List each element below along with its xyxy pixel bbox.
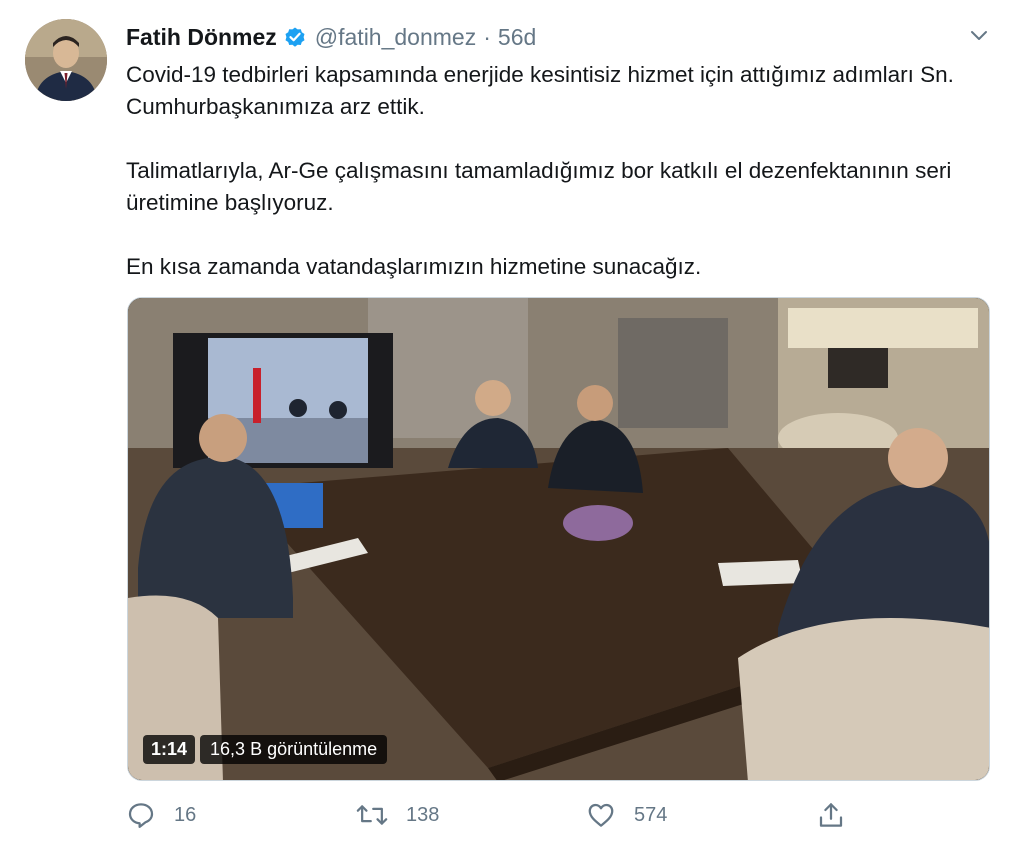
tweet[interactable]: Fatih Dönmez @fatih_donmez · 56d Covid-1… [0,0,1024,856]
retweet-button[interactable]: 138 [356,800,439,830]
like-button[interactable]: 574 [586,800,667,830]
tweet-header: Fatih Dönmez @fatih_donmez · 56d [126,22,536,52]
video-thumbnail [128,298,989,780]
retweet-count: 138 [406,803,440,826]
retweet-icon [356,805,388,825]
video-player[interactable] [127,297,990,781]
verified-badge-icon [283,25,307,49]
avatar[interactable] [25,19,107,101]
like-count: 574 [634,803,668,826]
tweet-paragraph: En kısa zamanda vatandaşlarımızın hizmet… [126,254,702,279]
tweet-timestamp[interactable]: 56d [498,22,536,52]
author-name[interactable]: Fatih Dönmez [126,22,277,52]
share-icon [819,803,843,827]
tweet-paragraph: Covid-19 tedbirleri kapsamında enerjide … [126,62,954,119]
separator-dot: · [483,24,491,50]
tweet-paragraph: Talimatlarıyla, Ar-Ge çalışmasını tamaml… [126,158,952,215]
video-duration: 1:14 [143,734,196,764]
tweet-text: Covid-19 tedbirleri kapsamında enerjide … [126,59,966,283]
chevron-down-icon[interactable] [968,24,990,46]
author-handle[interactable]: @fatih_donmez [315,22,476,52]
heart-icon [588,803,614,827]
video-view-count: 16,3 B görüntülenme [200,734,388,764]
share-button[interactable] [816,800,864,830]
reply-count: 16 [174,803,197,826]
reply-button[interactable]: 16 [126,800,196,830]
video-overlay: 1:14 16,3 B görüntülenme [143,734,388,764]
reply-icon [128,803,154,828]
